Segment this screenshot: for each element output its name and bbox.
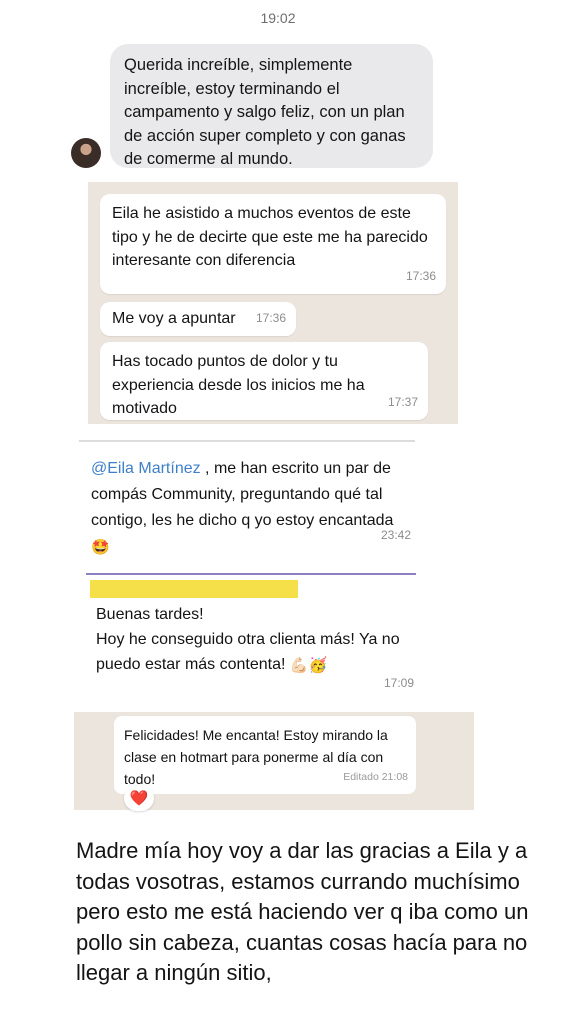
avatar[interactable]: [71, 138, 101, 168]
imessage-text: Querida increíble, simplemente increíble…: [124, 56, 406, 168]
message-time: 23:42: [380, 528, 411, 542]
chat-message: Me voy a apuntar 17:36: [100, 302, 296, 336]
status-time: 19:02: [260, 10, 296, 26]
chat-message: Has tocado puntos de dolor y tu experien…: [100, 342, 428, 420]
whatsapp-chat-panel-3: Buenas tardes! Hoy he conseguido otra cl…: [86, 568, 416, 692]
message-time: 17:36: [405, 268, 436, 283]
message-time: 17:09: [383, 676, 414, 690]
message-text: Eila he asistido a muchos eventos de est…: [112, 205, 428, 269]
message-greeting: Buenas tardes!: [96, 606, 204, 623]
mention-link[interactable]: @Eila Martínez: [91, 460, 201, 477]
chat-message: @Eila Martínez , me han escrito un par d…: [79, 446, 415, 556]
message-text: Hoy he conseguido otra clienta más! Ya n…: [96, 631, 400, 673]
highlight-bar: [90, 580, 298, 598]
heart-reaction-icon[interactable]: ❤️: [124, 785, 154, 811]
message-time: 17:36: [255, 310, 286, 325]
chat-message: Felicidades! Me encanta! Estoy mirando l…: [114, 716, 416, 794]
whatsapp-chat-panel-1: Eila he asistido a muchos eventos de est…: [88, 182, 458, 424]
flex-party-emoji: 💪🏻🥳: [289, 657, 328, 674]
whatsapp-chat-panel-2: @Eila Martínez , me han escrito un par d…: [79, 440, 415, 556]
imessage-bubble: Querida increíble, simplemente increíble…: [110, 44, 433, 168]
message-text: Has tocado puntos de dolor y tu experien…: [112, 353, 365, 417]
quote-divider: [86, 573, 416, 575]
whatsapp-chat-panel-4: Felicidades! Me encanta! Estoy mirando l…: [74, 712, 474, 811]
chat-message: Buenas tardes! Hoy he conseguido otra cl…: [96, 602, 414, 677]
message-time: 17:37: [387, 394, 418, 409]
edited-label: Editado 21:08: [343, 771, 408, 783]
star-struck-emoji: 🤩: [91, 539, 110, 556]
chat-message: Eila he asistido a muchos eventos de est…: [100, 194, 446, 294]
caption-text: Madre mía hoy voy a dar las gracias a Ei…: [76, 838, 529, 985]
message-text: Me voy a apuntar: [112, 310, 236, 327]
